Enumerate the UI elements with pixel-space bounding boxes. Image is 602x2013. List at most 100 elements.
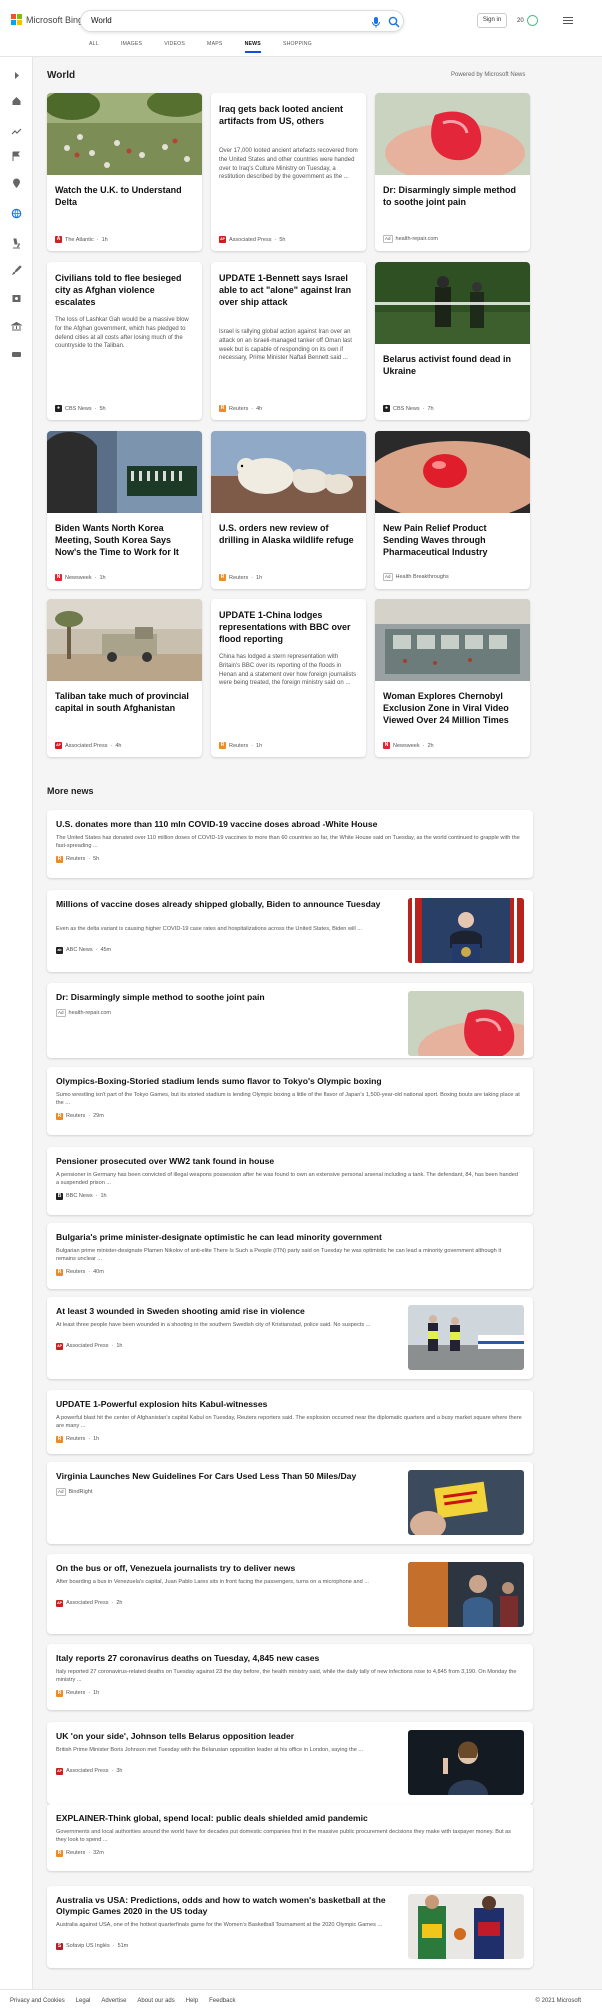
news-card[interactable]: Biden Wants North Korea Meeting, South K… (47, 431, 202, 589)
item-title[interactable]: Olympics-Boxing-Storied stadium lends su… (56, 1076, 522, 1087)
tab-all[interactable]: ALL (89, 41, 99, 53)
item-source[interactable]: AP Associated Press · 2h (56, 1599, 122, 1607)
sign-in-button[interactable]: Sign in (477, 13, 507, 28)
card-title[interactable]: Iraq gets back looted ancient artifacts … (219, 103, 359, 127)
item-source[interactable]: R Reuters · 29m (56, 1112, 104, 1120)
item-thumbnail[interactable] (408, 991, 524, 1056)
card-source[interactable]: AP Associated Press · 4h (55, 742, 121, 749)
microscope-icon[interactable] (11, 236, 22, 249)
card-icon[interactable] (11, 347, 22, 358)
item-title[interactable]: Italy reports 27 coronavirus deaths on T… (56, 1653, 522, 1664)
item-title[interactable]: U.S. donates more than 110 mln COVID-19 … (56, 819, 522, 830)
item-title[interactable]: Virginia Launches New Guidelines For Car… (56, 1471, 396, 1482)
more-news-item[interactable]: EXPLAINER-Think global, spend local: pub… (47, 1804, 533, 1871)
item-title[interactable]: At least 3 wounded in Sweden shooting am… (56, 1306, 396, 1317)
news-card[interactable]: New Pain Relief Product Sending Waves th… (375, 431, 530, 589)
card-thumbnail[interactable] (47, 599, 202, 681)
item-source[interactable]: B BBC News · 1h (56, 1192, 107, 1200)
card-source[interactable]: Ad health-repair.com (383, 235, 438, 243)
news-card[interactable]: U.S. orders new review of drilling in Al… (211, 431, 366, 589)
flag-icon[interactable] (11, 149, 22, 161)
footer-link[interactable]: Help (186, 1998, 198, 2004)
tab-news[interactable]: NEWS (244, 41, 261, 53)
item-title[interactable]: Bulgaria's prime minister-designate opti… (56, 1232, 522, 1243)
more-news-item[interactable]: Australia vs USA: Predictions, odds and … (47, 1886, 533, 1968)
news-card[interactable]: Iraq gets back looted ancient artifacts … (211, 93, 366, 251)
card-title[interactable]: Dr: Disarmingly simple method to soothe … (383, 184, 523, 208)
footer-link[interactable]: Privacy and Cookies (10, 1998, 65, 2004)
globe-icon[interactable] (11, 206, 22, 219)
card-title[interactable]: UPDATE 1-Bennett says Israel able to act… (219, 272, 359, 308)
card-title[interactable]: Belarus activist found dead in Ukraine (383, 353, 523, 377)
more-news-item[interactable]: Virginia Launches New Guidelines For Car… (47, 1462, 533, 1544)
item-title[interactable]: UPDATE 1-Powerful explosion hits Kabul-w… (56, 1399, 522, 1410)
card-title[interactable]: Watch the U.K. to Understand Delta (55, 184, 195, 208)
search-box[interactable]: World (80, 10, 404, 32)
item-source[interactable]: Ad BindRight (56, 1488, 92, 1496)
card-source[interactable]: R Reuters · 4h (219, 405, 262, 412)
more-news-item[interactable]: UK 'on your side', Johnson tells Belarus… (47, 1722, 533, 1804)
bank-icon[interactable] (10, 319, 23, 331)
item-source[interactable]: R Reuters · 1h (56, 1435, 99, 1443)
item-title[interactable]: Australia vs USA: Predictions, odds and … (56, 1895, 396, 1917)
item-thumbnail[interactable] (408, 898, 524, 963)
footer-link[interactable]: Advertise (101, 1998, 126, 2004)
item-source[interactable]: R Reuters · 32m (56, 1849, 104, 1857)
item-title[interactable]: Pensioner prosecuted over WW2 tank found… (56, 1156, 522, 1167)
card-source[interactable]: ● CBS News · 5h (55, 405, 106, 412)
trending-icon[interactable] (11, 123, 22, 135)
tab-shopping[interactable]: SHOPPING (283, 41, 312, 53)
news-card[interactable]: Civilians told to flee besieged city as … (47, 262, 202, 420)
news-card[interactable]: Taliban take much of provincial capital … (47, 599, 202, 757)
rocket-icon[interactable] (11, 262, 22, 276)
microphone-icon[interactable] (369, 15, 383, 29)
bing-logo[interactable]: Microsoft Bing (11, 14, 83, 25)
card-source[interactable]: ● CBS News · 7h (383, 405, 434, 412)
home-icon[interactable] (11, 93, 22, 105)
more-news-item[interactable]: Olympics-Boxing-Storied stadium lends su… (47, 1067, 533, 1135)
item-source[interactable]: R Reuters · 5h (56, 855, 99, 863)
card-title[interactable]: Taliban take much of provincial capital … (55, 690, 195, 714)
card-thumbnail[interactable] (375, 262, 530, 344)
more-news-item[interactable]: Millions of vaccine doses already shippe… (47, 890, 533, 972)
card-source[interactable]: A The Atlantic · 1h (55, 236, 108, 243)
card-source[interactable]: R Reuters · 1h (219, 574, 262, 581)
footer-link[interactable]: Legal (76, 1998, 91, 2004)
card-source[interactable]: Ad Health Breakthroughs (383, 573, 449, 581)
news-card[interactable]: UPDATE 1-China lodges representations wi… (211, 599, 366, 757)
item-title[interactable]: UK 'on your side', Johnson tells Belarus… (56, 1731, 396, 1742)
card-source[interactable]: N Newsweek · 2h (383, 742, 434, 749)
more-news-item[interactable]: Dr: Disarmingly simple method to soothe … (47, 983, 533, 1058)
card-source[interactable]: R Reuters · 1h (219, 742, 262, 749)
news-card[interactable]: Dr: Disarmingly simple method to soothe … (375, 93, 530, 251)
news-card[interactable]: Woman Explores Chernobyl Exclusion Zone … (375, 599, 530, 757)
hamburger-menu-icon[interactable] (563, 17, 573, 25)
item-source[interactable]: AP Associated Press · 1h (56, 1342, 122, 1350)
card-thumbnail[interactable] (375, 599, 530, 681)
card-thumbnail[interactable] (211, 431, 366, 513)
expand-icon[interactable] (11, 68, 22, 79)
card-title[interactable]: U.S. orders new review of drilling in Al… (219, 522, 359, 546)
item-thumbnail[interactable] (408, 1894, 524, 1959)
item-source[interactable]: AP Associated Press · 3h (56, 1767, 122, 1775)
card-title[interactable]: UPDATE 1-China lodges representations wi… (219, 609, 359, 645)
more-news-item[interactable]: On the bus or off, Venezuela journalists… (47, 1554, 533, 1634)
item-source[interactable]: Ad health-repair.com (56, 1009, 111, 1017)
card-thumbnail[interactable] (47, 93, 202, 175)
tab-videos[interactable]: VIDEOS (164, 41, 185, 53)
footer-link[interactable]: About our ads (137, 1998, 174, 2004)
search-icon[interactable] (387, 15, 401, 29)
card-title[interactable]: Civilians told to flee besieged city as … (55, 272, 195, 308)
item-title[interactable]: EXPLAINER-Think global, spend local: pub… (56, 1813, 522, 1824)
item-thumbnail[interactable] (408, 1730, 524, 1795)
more-news-item[interactable]: Italy reports 27 coronavirus deaths on T… (47, 1644, 533, 1710)
item-title[interactable]: Dr: Disarmingly simple method to soothe … (56, 992, 396, 1003)
more-news-item[interactable]: UPDATE 1-Powerful explosion hits Kabul-w… (47, 1390, 533, 1454)
location-icon[interactable] (11, 176, 22, 188)
tab-maps[interactable]: MAPS (207, 41, 223, 53)
card-title[interactable]: Woman Explores Chernobyl Exclusion Zone … (383, 690, 523, 726)
item-title[interactable]: Millions of vaccine doses already shippe… (56, 899, 396, 910)
card-thumbnail[interactable] (375, 93, 530, 183)
item-source[interactable]: S Sofavip US Inglés · 51m (56, 1942, 128, 1950)
more-news-item[interactable]: Bulgaria's prime minister-designate opti… (47, 1223, 533, 1289)
